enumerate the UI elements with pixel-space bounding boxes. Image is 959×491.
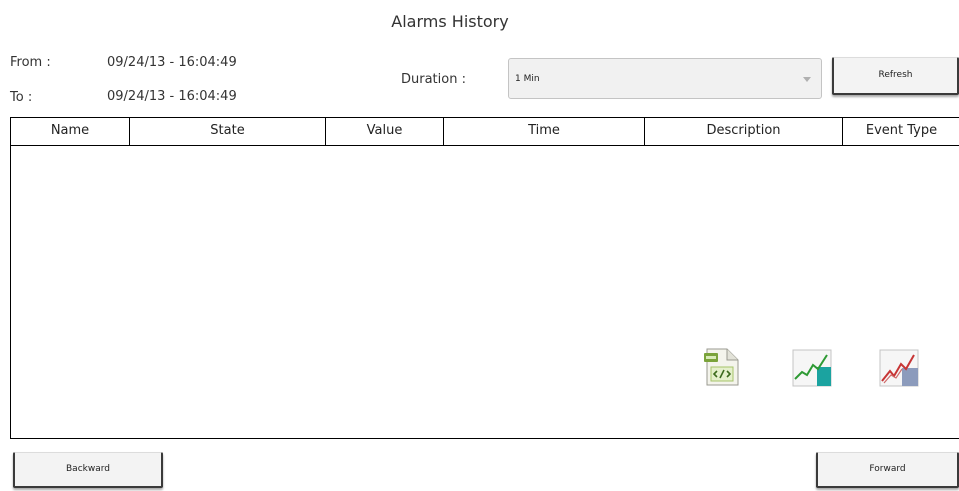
column-header-time[interactable]: Time xyxy=(444,118,645,145)
duration-label: Duration : xyxy=(401,72,466,87)
duration-dropdown[interactable]: 1 Min xyxy=(508,58,822,99)
forward-button[interactable]: Forward xyxy=(816,452,959,488)
to-label: To : xyxy=(10,90,33,105)
page-title: Alarms History xyxy=(391,12,509,31)
column-header-value[interactable]: Value xyxy=(326,118,444,145)
from-label: From : xyxy=(10,55,51,70)
from-value: 09/24/13 - 16:04:49 xyxy=(107,55,237,70)
to-value: 09/24/13 - 16:04:49 xyxy=(107,89,237,104)
column-header-name[interactable]: Name xyxy=(11,118,130,145)
table-header: Name State Value Time Description Event … xyxy=(11,118,959,146)
column-header-state[interactable]: State xyxy=(130,118,326,145)
trend-chart-red-icon[interactable] xyxy=(876,345,922,391)
refresh-button[interactable]: Refresh xyxy=(832,57,959,95)
xml-export-icon[interactable] xyxy=(701,345,745,389)
column-header-event-type[interactable]: Event Type xyxy=(843,118,959,145)
duration-selected-value: 1 Min xyxy=(515,74,540,84)
column-header-description[interactable]: Description xyxy=(645,118,843,145)
backward-button[interactable]: Backward xyxy=(13,452,163,488)
alarms-table: Name State Value Time Description Event … xyxy=(10,117,959,439)
chevron-down-icon[interactable] xyxy=(803,77,811,82)
trend-chart-icon[interactable] xyxy=(789,345,835,391)
